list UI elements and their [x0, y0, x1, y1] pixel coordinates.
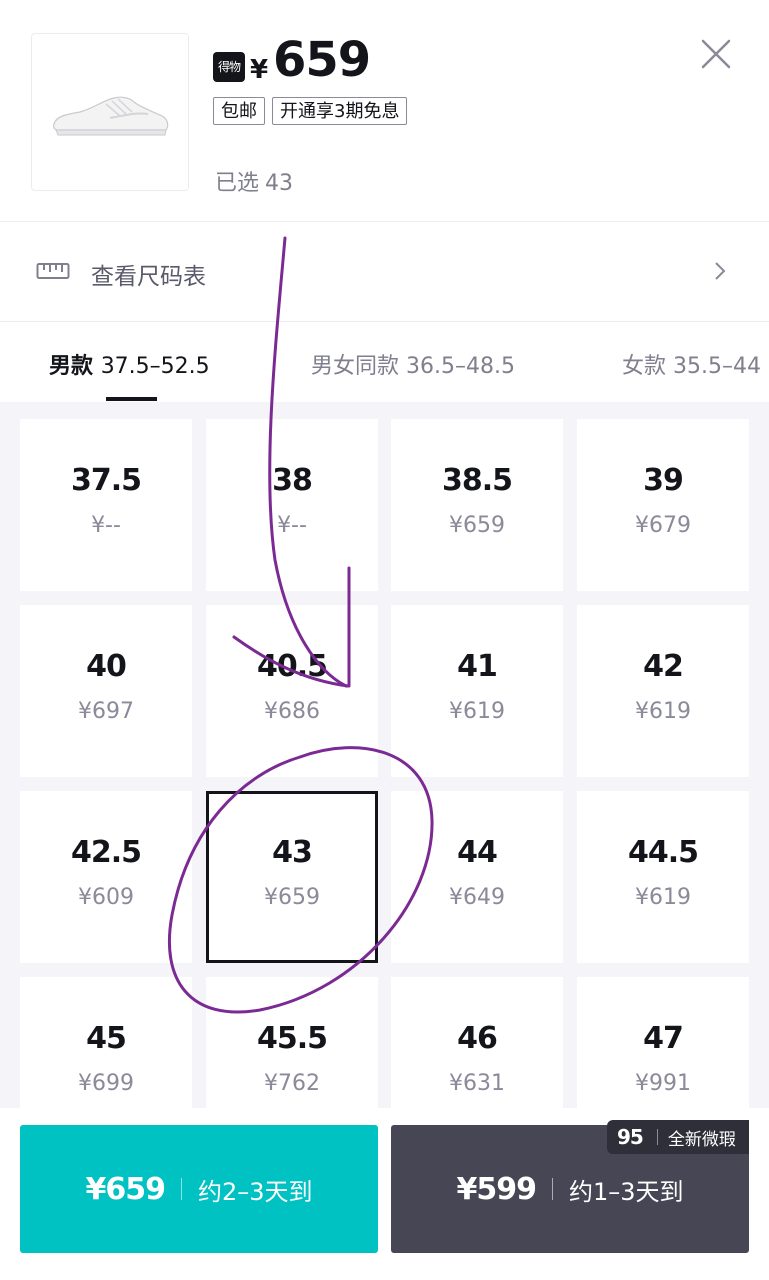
size-price: ¥631: [449, 1071, 505, 1096]
size-value: 39: [643, 463, 684, 498]
size-value: 47: [643, 1021, 684, 1056]
size-value: 43: [272, 835, 313, 870]
size-price: ¥619: [449, 699, 505, 724]
tab-womens-name: 女款: [622, 354, 667, 379]
close-button[interactable]: [699, 37, 733, 71]
size-chart-link[interactable]: 查看尺码表: [0, 222, 769, 321]
tab-mens-name: 男款: [49, 354, 94, 379]
size-price: ¥762: [264, 1071, 320, 1096]
size-option-42.5[interactable]: 42.5 ¥609: [20, 791, 192, 963]
size-value: 38: [272, 463, 313, 498]
size-price: ¥619: [635, 885, 691, 910]
tab-womens[interactable]: 女款 35.5–44: [622, 348, 761, 380]
tab-unisex[interactable]: 男女同款 36.5–48.5: [311, 348, 515, 380]
size-price: ¥686: [264, 699, 320, 724]
flawed-price: ¥599: [456, 1171, 536, 1207]
size-price: ¥679: [635, 513, 691, 538]
currency-symbol: ¥: [250, 55, 269, 85]
size-price: ¥649: [449, 885, 505, 910]
size-option-44.5[interactable]: 44.5 ¥619: [577, 791, 749, 963]
size-option-38[interactable]: 38 ¥--: [206, 419, 378, 591]
flawed-badge: 95 全新微瑕: [607, 1120, 749, 1154]
separator: [656, 1129, 658, 1145]
size-category-tabs: 男款 37.5–52.5 男女同款 36.5–48.5 女款 35.5–44: [0, 322, 769, 402]
size-value: 41: [457, 649, 498, 684]
size-option-42[interactable]: 42 ¥619: [577, 605, 749, 777]
buy-standard-button[interactable]: ¥659 约2–3天到: [20, 1125, 378, 1253]
size-option-39[interactable]: 39 ¥679: [577, 419, 749, 591]
product-thumbnail: [31, 33, 189, 191]
tab-unisex-range: 36.5–48.5: [406, 354, 515, 379]
tag-free-shipping: 包邮: [213, 97, 265, 125]
tab-unisex-name: 男女同款: [311, 354, 400, 379]
size-price: ¥699: [78, 1071, 134, 1096]
size-option-40[interactable]: 40 ¥697: [20, 605, 192, 777]
standard-delivery: 约2–3天到: [197, 1177, 313, 1206]
size-value: 40.5: [256, 649, 328, 684]
size-value: 37.5: [70, 463, 142, 498]
size-price: ¥659: [264, 885, 320, 910]
size-value: 45: [86, 1021, 127, 1056]
active-tab-indicator: [106, 397, 157, 401]
size-option-40.5[interactable]: 40.5 ¥686: [206, 605, 378, 777]
size-option-38.5[interactable]: 38.5 ¥659: [391, 419, 563, 591]
size-selector-sheet: 得物 ¥ 659 包邮 开通享3期免息 已选 43 查看尺码表 男款 37.5–5…: [0, 0, 769, 1280]
selected-label: 已选: [215, 171, 260, 196]
separator: [551, 1178, 553, 1200]
ruler-icon: [36, 263, 70, 279]
size-value: 44: [457, 835, 498, 870]
tab-womens-range: 35.5–44: [673, 354, 761, 379]
badge-logo: 95: [617, 1125, 644, 1149]
badge-label: 全新微瑕: [667, 1129, 736, 1150]
size-option-41[interactable]: 41 ¥619: [391, 605, 563, 777]
sneaker-image: [53, 96, 169, 136]
brand-badge: 得物: [213, 52, 245, 82]
product-price: 659: [273, 32, 371, 88]
size-option-44[interactable]: 44 ¥649: [391, 791, 563, 963]
size-value: 42: [643, 649, 684, 684]
size-value: 46: [457, 1021, 498, 1056]
tab-mens-range: 37.5–52.5: [100, 354, 210, 379]
size-option-37.5[interactable]: 37.5 ¥--: [20, 419, 192, 591]
size-price: ¥619: [635, 699, 691, 724]
product-tags: 包邮 开通享3期免息: [213, 97, 408, 125]
selected-value: 43: [265, 171, 294, 196]
flawed-delivery: 约1–3天到: [568, 1177, 684, 1206]
size-value: 38.5: [441, 463, 513, 498]
standard-price: ¥659: [85, 1171, 165, 1207]
size-price: ¥--: [277, 513, 307, 538]
size-value: 40: [86, 649, 127, 684]
size-price: ¥697: [78, 699, 134, 724]
size-price: ¥--: [91, 513, 121, 538]
size-price: ¥991: [635, 1071, 691, 1096]
size-value: 45.5: [256, 1021, 328, 1056]
size-value: 44.5: [627, 835, 699, 870]
separator: [180, 1178, 182, 1200]
size-value: 42.5: [70, 835, 142, 870]
chevron-right-icon: [715, 262, 726, 280]
size-chart-label: 查看尺码表: [91, 264, 206, 290]
size-price: ¥659: [449, 513, 505, 538]
selected-size-info: 已选 43: [215, 165, 293, 197]
tab-mens[interactable]: 男款 37.5–52.5: [49, 348, 210, 380]
close-icon: [701, 39, 731, 69]
size-price: ¥609: [78, 885, 134, 910]
size-option-43[interactable]: 43 ¥659: [206, 791, 378, 963]
tag-installment: 开通享3期免息: [272, 97, 408, 125]
